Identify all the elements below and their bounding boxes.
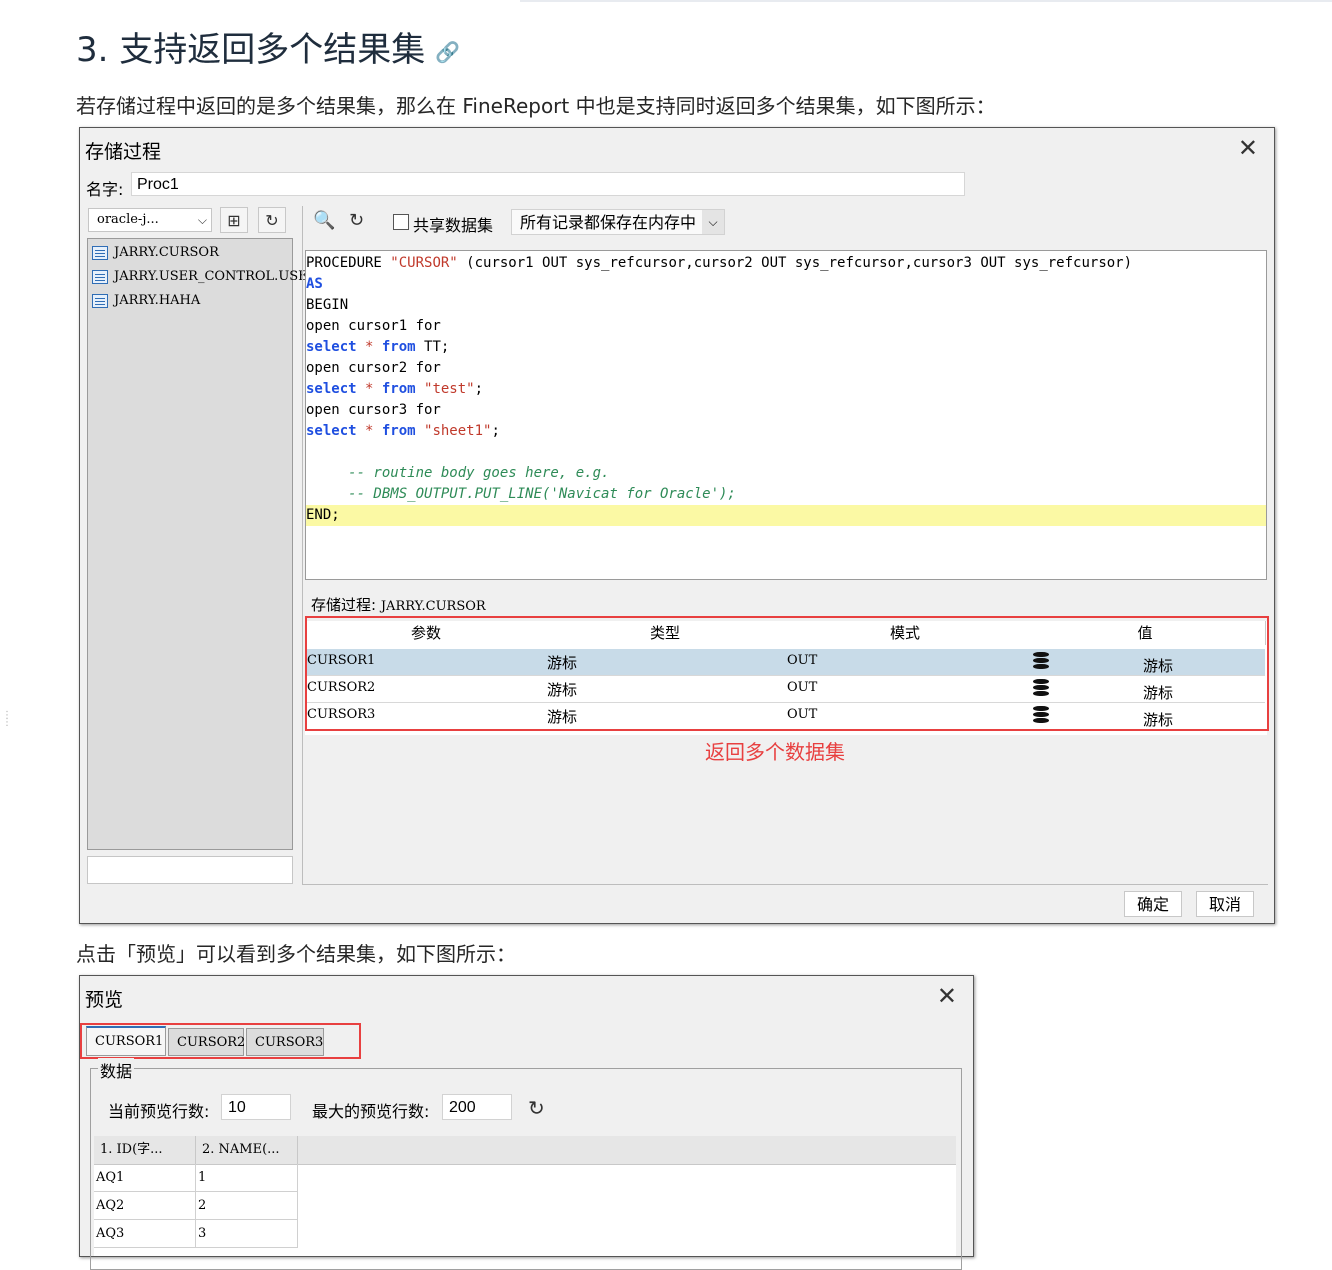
max-rows-label: 最大的预览行数: <box>312 1102 430 1121</box>
tree-item-label: JARRY.CURSOR <box>114 245 219 260</box>
heading-text: 3. 支持返回多个结果集 <box>76 30 426 70</box>
grid-header: 1. ID(字... 2. NAME(... <box>94 1136 956 1165</box>
code-line: PROCEDURE "CURSOR" (cursor1 OUT sys_refc… <box>306 255 1133 271</box>
code-line-current: END; <box>306 505 1266 526</box>
group-label: 数据 <box>98 1058 135 1082</box>
stored-procedure-dialog: 存储过程 ✕ 名字: Proc1 oracle-j... ⌵ ⊞ ↻ JARRY.… <box>79 127 1275 924</box>
preview-dialog: 预览 ✕ CURSOR1 CURSOR2 CURSOR3 数据 当前预览行数: … <box>79 975 974 1270</box>
refresh-icon[interactable]: ↻ <box>349 210 364 231</box>
column-header[interactable]: 2. NAME(... <box>196 1136 298 1164</box>
highlight-box <box>80 1023 361 1059</box>
tree-search-input[interactable] <box>87 856 293 884</box>
table-row[interactable]: AQ2 2 <box>94 1192 298 1220</box>
table-row[interactable]: AQ1 1 <box>94 1164 298 1192</box>
max-rows-input[interactable]: 200 <box>442 1094 512 1120</box>
tree-item-label: JARRY.USER_CONTROL.USE <box>114 269 308 284</box>
datasource-select[interactable]: oracle-j... ⌵ <box>88 208 212 232</box>
paragraph-2: 点击「预览」可以看到多个结果集，如下图所示： <box>76 942 516 966</box>
code-line: AS <box>306 276 323 292</box>
memory-mode-value: 所有记录都保存在内存中 <box>520 213 697 232</box>
tree-item[interactable]: JARRY.USER_CONTROL.USE <box>92 269 308 291</box>
close-icon[interactable]: ✕ <box>1238 134 1258 162</box>
preview-icon[interactable]: 🔍 <box>313 210 335 231</box>
name-input[interactable]: Proc1 <box>131 172 965 196</box>
cancel-button[interactable]: 取消 <box>1196 891 1254 917</box>
code-line: BEGIN <box>306 297 349 313</box>
dialog-title: 存储过程 <box>85 141 162 163</box>
table-icon <box>92 293 108 308</box>
code-line: select * from "sheet1"; <box>306 423 500 439</box>
ok-button[interactable]: 确定 <box>1124 891 1182 917</box>
code-line: open cursor2 for <box>306 360 441 376</box>
paragraph-1: 若存储过程中返回的是多个结果集，那么在 FineReport 中也是支持同时返回… <box>76 94 996 118</box>
refresh-icon[interactable]: ↻ <box>528 1096 545 1120</box>
procedure-name: JARRY.CURSOR <box>380 599 486 614</box>
tree-item[interactable]: JARRY.CURSOR <box>92 245 219 267</box>
table-icon <box>92 245 108 260</box>
memory-mode-select[interactable]: 所有记录都保存在内存中 ⌵ <box>511 209 725 235</box>
dialog-title: 预览 <box>85 989 124 1011</box>
preview-grid: 1. ID(字... 2. NAME(... AQ1 1 AQ2 2 AQ3 3 <box>94 1136 956 1256</box>
top-divider <box>520 0 1332 2</box>
button-divider <box>302 884 1268 887</box>
chevron-down-icon: ⌵ <box>702 210 724 234</box>
code-line: select * from "test"; <box>306 381 484 397</box>
code-line: open cursor3 for <box>306 402 441 418</box>
name-label: 名字: <box>86 180 124 199</box>
code-line: open cursor1 for <box>306 318 441 334</box>
refresh-icon[interactable]: ↻ <box>258 207 286 233</box>
chevron-down-icon: ⌵ <box>197 213 207 227</box>
current-rows-input[interactable]: 10 <box>221 1094 291 1120</box>
drag-handle-icon[interactable]: ⋮ ⋮ <box>2 711 12 738</box>
procedure-label: 存储过程: JARRY.CURSOR <box>311 596 486 614</box>
datasource-value: oracle-j... <box>97 212 159 227</box>
tree-item-label: JARRY.HAHA <box>114 293 201 308</box>
link-icon[interactable]: 🔗 <box>435 40 460 64</box>
close-icon[interactable]: ✕ <box>937 982 957 1010</box>
procedure-tree: JARRY.CURSOR JARRY.USER_CONTROL.USE JARR… <box>87 238 308 879</box>
section-heading: 3. 支持返回多个结果集 🔗 <box>76 22 460 71</box>
share-dataset-checkbox[interactable] <box>393 214 409 230</box>
table-row[interactable]: AQ3 3 <box>94 1220 298 1248</box>
code-comment: -- routine body goes here, e.g. <box>306 465 610 481</box>
right-pane: 🔍 ↻ 共享数据集 所有记录都保存在内存中 ⌵ PROCEDURE "CURSOR… <box>302 206 1269 884</box>
edit-datasource-icon[interactable]: ⊞ <box>220 207 248 233</box>
left-pane: oracle-j... ⌵ ⊞ ↻ JARRY.CURSOR JARRY.USER… <box>86 206 308 986</box>
highlight-box <box>305 616 1269 731</box>
tree-item[interactable]: JARRY.HAHA <box>92 293 200 315</box>
parameter-table: 参数 类型 模式 值 CURSOR1 游标 OUT 游标 CURSOR2 游标 … <box>305 616 1269 735</box>
code-line: select * from TT; <box>306 339 450 355</box>
sql-editor[interactable]: PROCEDURE "CURSOR" (cursor1 OUT sys_refc… <box>305 250 1267 580</box>
current-rows-label: 当前预览行数: <box>108 1102 210 1121</box>
table-icon <box>92 269 108 284</box>
code-comment: -- DBMS_OUTPUT.PUT_LINE('Navicat for Ora… <box>306 486 736 502</box>
annotation-label: 返回多个数据集 <box>705 740 845 764</box>
share-dataset-label: 共享数据集 <box>413 216 494 235</box>
column-header[interactable]: 1. ID(字... <box>94 1136 196 1164</box>
